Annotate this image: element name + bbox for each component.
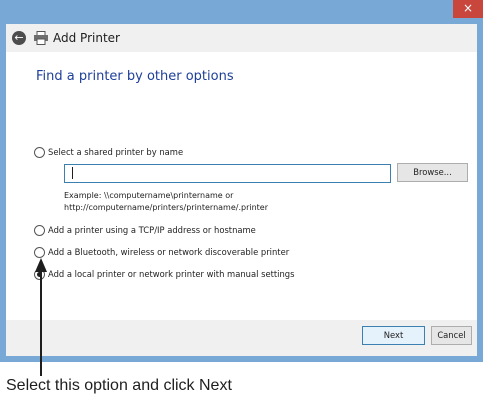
add-printer-window: × ← Add Printer Find a printer by other … [0, 0, 483, 362]
option-label: Add a Bluetooth, wireless or network dis… [48, 247, 290, 257]
next-button[interactable]: Next [362, 326, 425, 345]
option-label: Add a printer using a TCP/IP address or … [48, 225, 256, 235]
example-text: Example: \\computername\printername or h… [64, 190, 268, 213]
radio-button[interactable] [34, 225, 45, 236]
dialog-title: Add Printer [53, 31, 120, 45]
option-label: Add a local printer or network printer w… [48, 269, 295, 279]
radio-button-selected[interactable] [34, 269, 45, 280]
text-caret [72, 167, 73, 179]
radio-button[interactable] [34, 147, 45, 158]
add-printer-dialog: ← Add Printer Find a printer by other op… [6, 24, 477, 356]
page-heading: Find a printer by other options [36, 69, 234, 84]
browse-button[interactable]: Browse... [397, 163, 468, 182]
example-line-1: Example: \\computername\printername or [64, 191, 234, 200]
close-icon[interactable]: × [453, 0, 483, 18]
shared-printer-name-input[interactable] [64, 164, 391, 183]
back-arrow-icon[interactable]: ← [12, 31, 26, 45]
annotation-caption: Select this option and click Next [6, 377, 232, 394]
radio-button[interactable] [34, 247, 45, 258]
radio-dot [37, 272, 42, 277]
printer-icon [34, 31, 48, 45]
option-label: Select a shared printer by name [48, 147, 184, 157]
example-line-2: http://computername/printers/printername… [64, 202, 269, 212]
cancel-button[interactable]: Cancel [431, 326, 472, 345]
wizard-content: Find a printer by other options Select a… [6, 52, 477, 320]
